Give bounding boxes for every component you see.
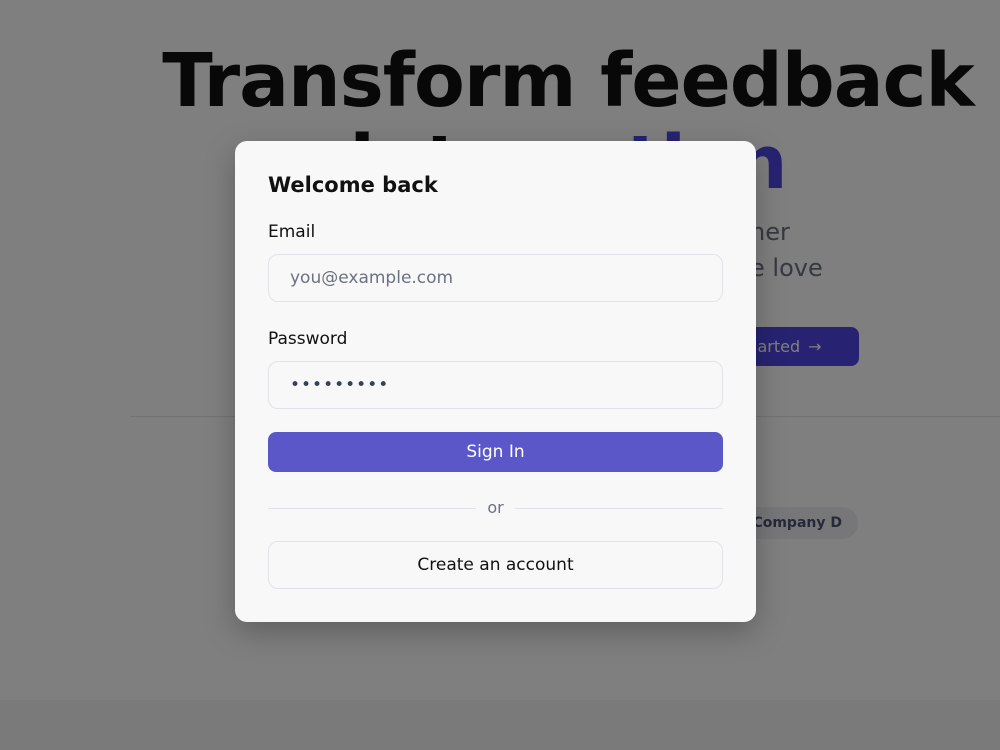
or-divider: or bbox=[268, 497, 723, 519]
create-account-button[interactable]: Create an account bbox=[268, 541, 723, 589]
sign-in-modal: Welcome back Email Password Sign In or C… bbox=[235, 141, 756, 622]
sign-in-button[interactable]: Sign In bbox=[268, 432, 723, 472]
landing-page: Transform feedback into action ner e lov… bbox=[0, 0, 1000, 750]
modal-title: Welcome back bbox=[268, 173, 438, 197]
email-field[interactable] bbox=[268, 254, 723, 302]
email-label: Email bbox=[268, 222, 316, 242]
password-field[interactable] bbox=[268, 361, 723, 409]
password-label: Password bbox=[268, 329, 348, 349]
or-divider-rule-right bbox=[515, 508, 723, 509]
